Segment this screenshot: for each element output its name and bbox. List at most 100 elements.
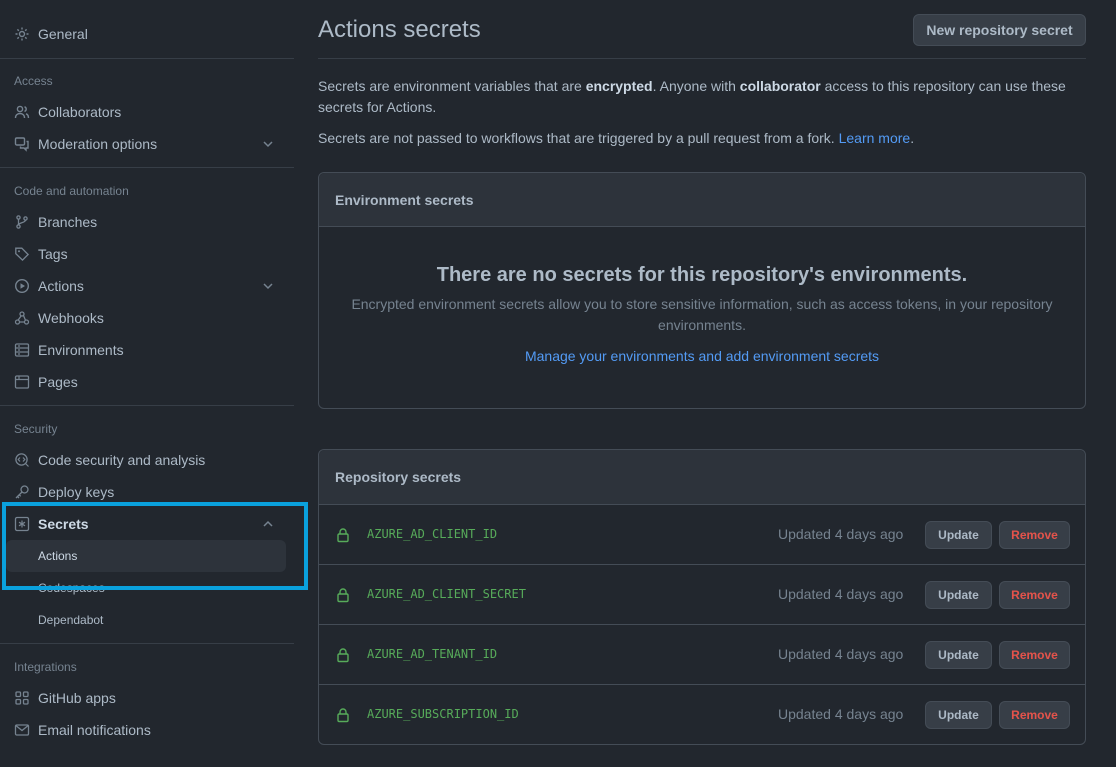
sidebar-item-github-apps[interactable]: GitHub apps [6, 682, 288, 714]
sidebar-item-label: General [38, 26, 88, 42]
desc-text: Secrets are environment variables that a… [318, 78, 586, 94]
sidebar-subitem-secrets-codespaces[interactable]: Codespaces [6, 572, 286, 604]
sidebar-item-label: Secrets [38, 516, 89, 532]
desc-bold-collaborator: collaborator [739, 78, 821, 94]
section-heading-integrations: Integrations [14, 660, 77, 674]
repository-secrets-box: Repository secrets AZURE_AD_CLIENT_ID Up… [318, 449, 1086, 745]
chevron-down-icon [260, 136, 276, 152]
sidebar-item-environments[interactable]: Environments [6, 334, 288, 366]
secret-updated: Updated 4 days ago [778, 646, 904, 662]
sidebar-item-label: GitHub apps [38, 690, 116, 706]
secret-name: AZURE_AD_CLIENT_ID [367, 527, 498, 541]
sidebar-subitem-secrets-actions[interactable]: Actions [6, 540, 286, 572]
secret-updated: Updated 4 days ago [778, 586, 904, 602]
section-heading-code: Code and automation [14, 184, 129, 198]
manage-environments-link[interactable]: Manage your environments and add environ… [319, 348, 1085, 364]
section-heading-access: Access [14, 74, 53, 88]
secret-row: AZURE_AD_CLIENT_SECRET Updated 4 days ag… [319, 564, 1085, 624]
remove-secret-button[interactable]: Remove [999, 701, 1070, 729]
play-icon [14, 278, 30, 294]
sidebar-item-email-notifications[interactable]: Email notifications [6, 714, 288, 746]
webhook-icon [14, 310, 30, 326]
title-divider [318, 58, 1086, 59]
sidebar-item-secrets[interactable]: Secrets [6, 508, 288, 540]
secret-name: AZURE_AD_TENANT_ID [367, 647, 498, 661]
settings-sidebar: General Access Collaborators Moderation … [0, 0, 294, 767]
sidebar-item-webhooks[interactable]: Webhooks [6, 302, 288, 334]
lock-icon [335, 647, 351, 663]
secret-name: AZURE_AD_CLIENT_SECRET [367, 587, 526, 601]
sidebar-item-label: Code security and analysis [38, 452, 206, 468]
secret-updated: Updated 4 days ago [778, 526, 904, 542]
repository-secrets-header: Repository secrets [319, 450, 1085, 504]
asterisk-box-icon [14, 516, 30, 532]
apps-icon [14, 690, 30, 706]
sidebar-item-label: Deploy keys [38, 484, 115, 500]
blank-desc-line: environments. [658, 317, 746, 333]
sidebar-subitem-secrets-dependabot[interactable]: Dependabot [6, 604, 286, 636]
new-repository-secret-button[interactable]: New repository secret [913, 14, 1086, 46]
sidebar-divider [0, 58, 294, 59]
desc-text: Secrets are not passed to workflows that… [318, 130, 839, 146]
update-secret-button[interactable]: Update [925, 641, 992, 669]
blank-state-title: There are no secrets for this repository… [436, 264, 968, 286]
sidebar-item-moderation[interactable]: Moderation options [6, 128, 288, 160]
secrets-description: Secrets are environment variables that a… [318, 76, 1086, 118]
desc-text: . Anyone with [652, 78, 740, 94]
people-icon [14, 104, 30, 120]
blank-desc-line: Encrypted environment secrets allow you … [351, 296, 1053, 312]
sidebar-item-general[interactable]: General [6, 18, 288, 50]
sidebar-item-actions[interactable]: Actions [6, 270, 288, 302]
learn-more-link[interactable]: Learn more [839, 130, 911, 146]
sidebar-divider [0, 405, 294, 406]
update-secret-button[interactable]: Update [925, 701, 992, 729]
secret-row: AZURE_SUBSCRIPTION_ID Updated 4 days ago… [319, 684, 1085, 744]
server-icon [14, 342, 30, 358]
page-title: Actions secrets [318, 16, 481, 43]
update-secret-button[interactable]: Update [925, 521, 992, 549]
sidebar-divider [0, 643, 294, 644]
codescan-icon [14, 452, 30, 468]
environment-secrets-header: Environment secrets [319, 173, 1085, 227]
desc-text: secrets for Actions. [318, 99, 437, 115]
sidebar-item-label: Environments [38, 342, 124, 358]
remove-secret-button[interactable]: Remove [999, 641, 1070, 669]
secret-row: AZURE_AD_CLIENT_ID Updated 4 days ago Up… [319, 504, 1085, 564]
lock-icon [335, 527, 351, 543]
sidebar-item-deploy-keys[interactable]: Deploy keys [6, 476, 288, 508]
sidebar-item-branches[interactable]: Branches [6, 206, 288, 238]
blank-state-description: Encrypted environment secrets allow you … [349, 294, 1055, 336]
remove-secret-button[interactable]: Remove [999, 581, 1070, 609]
comment-discussion-icon [14, 136, 30, 152]
sidebar-item-label: Webhooks [38, 310, 104, 326]
remove-secret-button[interactable]: Remove [999, 521, 1070, 549]
sidebar-item-code-security[interactable]: Code security and analysis [6, 444, 288, 476]
secret-name: AZURE_SUBSCRIPTION_ID [367, 707, 519, 721]
lock-icon [335, 587, 351, 603]
desc-text: access to this repository can use these [820, 78, 1066, 94]
sidebar-item-label: Tags [38, 246, 68, 262]
sidebar-item-label: Branches [38, 214, 98, 230]
lock-icon [335, 707, 351, 723]
sidebar-item-label: Pages [38, 374, 78, 390]
git-branch-icon [14, 214, 30, 230]
mail-icon [14, 722, 30, 738]
chevron-up-icon [260, 516, 276, 532]
sidebar-item-label: Actions [38, 278, 84, 294]
section-heading-security: Security [14, 422, 58, 436]
secret-updated: Updated 4 days ago [778, 706, 904, 722]
gear-icon [14, 26, 30, 42]
update-secret-button[interactable]: Update [925, 581, 992, 609]
sidebar-item-label: Collaborators [38, 104, 122, 120]
sidebar-item-tags[interactable]: Tags [6, 238, 288, 270]
sidebar-item-pages[interactable]: Pages [6, 366, 288, 398]
sidebar-item-label: Email notifications [38, 722, 151, 738]
desc-text: . [910, 130, 915, 146]
key-icon [14, 484, 30, 500]
secret-row: AZURE_AD_TENANT_ID Updated 4 days ago Up… [319, 624, 1085, 684]
sidebar-divider [0, 167, 294, 168]
sidebar-item-label: Moderation options [38, 136, 158, 152]
sidebar-item-collaborators[interactable]: Collaborators [6, 96, 288, 128]
desc-bold-encrypted: encrypted [585, 78, 653, 94]
browser-icon [14, 374, 30, 390]
